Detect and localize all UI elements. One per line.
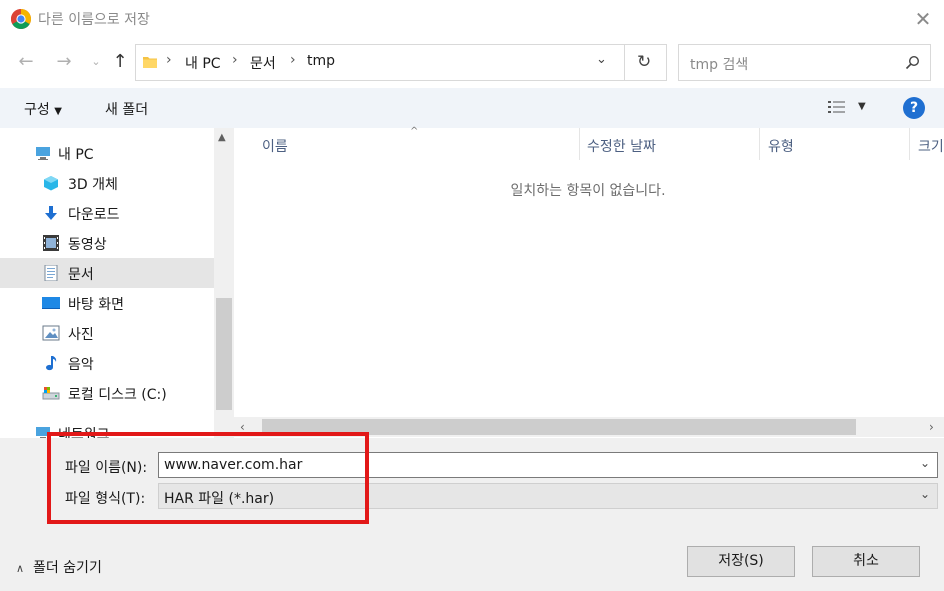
file-list-pane xyxy=(234,128,944,418)
breadcrumb-separator-icon: › xyxy=(166,52,172,68)
refresh-button[interactable]: ↻ xyxy=(624,44,667,81)
refresh-icon: ↻ xyxy=(637,52,652,72)
desktop-icon xyxy=(42,297,60,309)
empty-folder-message: 일치하는 항목이 없습니다. xyxy=(510,183,666,199)
navigation-pane: 내 PC 3D 개체 다운로드 동영상 문서 바탕 화면 사진 음악 로컬 디스… xyxy=(0,128,214,438)
nav-item-downloads[interactable]: 다운로드 xyxy=(0,198,214,228)
column-header-name[interactable]: 이름 xyxy=(262,136,288,156)
nav-item-label: 문서 xyxy=(68,267,94,283)
breadcrumb-separator-icon: › xyxy=(232,52,238,68)
organize-label: 구성 xyxy=(24,102,50,118)
downloads-icon xyxy=(45,206,57,220)
hide-folders-label: 폴더 숨기기 xyxy=(32,560,102,576)
column-header-modified-date[interactable]: 수정한 날짜 xyxy=(587,136,656,156)
address-dropdown-chevron-icon[interactable]: ⌄ xyxy=(596,52,607,67)
column-divider[interactable] xyxy=(759,128,760,160)
filetype-chevron-icon[interactable]: ⌄ xyxy=(920,487,930,501)
up-arrow-icon[interactable]: ↑ xyxy=(108,50,132,74)
search-placeholder: tmp 검색 xyxy=(690,57,749,73)
nav-item-label: 동영상 xyxy=(68,237,107,253)
folder-icon xyxy=(143,57,157,68)
filename-history-chevron-icon[interactable]: ⌄ xyxy=(920,456,930,470)
nav-item-music[interactable]: 음악 xyxy=(0,348,214,378)
nav-item-videos[interactable]: 동영상 xyxy=(0,228,214,258)
breadcrumb-separator-icon: › xyxy=(290,52,296,68)
documents-icon xyxy=(44,265,58,281)
organize-menu-button[interactable]: 구성 ▼ xyxy=(24,99,62,119)
back-arrow-icon[interactable]: ← xyxy=(14,50,38,74)
close-icon[interactable]: ✕ xyxy=(910,6,936,32)
nav-item-this-pc[interactable]: 내 PC xyxy=(0,138,214,168)
chevron-up-icon: ∧ xyxy=(16,562,25,575)
pictures-icon xyxy=(42,325,60,341)
nav-item-label: 바탕 화면 xyxy=(68,297,124,313)
view-options-triangle-icon[interactable]: ▼ xyxy=(858,101,866,112)
window-title: 다른 이름으로 저장 xyxy=(38,12,150,28)
nav-item-label: 음악 xyxy=(68,357,94,373)
column-divider[interactable] xyxy=(909,128,910,160)
videos-icon xyxy=(43,235,59,251)
column-header-size[interactable]: 크기 xyxy=(918,136,944,156)
new-folder-button[interactable]: 새 폴더 xyxy=(105,99,148,119)
nav-item-label: 로컬 디스크 (C:) xyxy=(68,387,167,403)
search-box[interactable]: tmp 검색 xyxy=(678,44,931,81)
breadcrumb-item-documents[interactable]: 문서 xyxy=(250,53,276,73)
hide-folders-toggle[interactable]: ∧ 폴더 숨기기 xyxy=(16,557,102,577)
help-icon[interactable]: ? xyxy=(903,97,925,119)
dropdown-triangle-icon: ▼ xyxy=(54,106,62,117)
nav-item-label: 다운로드 xyxy=(68,207,120,223)
scroll-right-arrow-icon[interactable]: › xyxy=(929,420,934,434)
nav-item-documents[interactable]: 문서 xyxy=(0,258,214,288)
forward-arrow-icon[interactable]: → xyxy=(52,50,76,74)
column-divider[interactable] xyxy=(579,128,580,160)
breadcrumb-item-pc[interactable]: 내 PC xyxy=(185,53,221,73)
nav-item-pictures[interactable]: 사진 xyxy=(0,318,214,348)
local-disk-icon xyxy=(42,387,60,400)
nav-item-label: 내 PC xyxy=(58,147,94,163)
recent-locations-chevron-icon[interactable]: ⌄ xyxy=(84,50,108,74)
nav-scrollbar-thumb[interactable] xyxy=(216,298,232,410)
column-header-type[interactable]: 유형 xyxy=(768,136,794,156)
breadcrumb-item-tmp[interactable]: tmp xyxy=(307,53,335,69)
chrome-icon xyxy=(11,9,31,29)
nav-item-local-disk[interactable]: 로컬 디스크 (C:) xyxy=(0,378,214,408)
scroll-up-arrow-icon[interactable]: ▲ xyxy=(218,132,226,143)
music-icon xyxy=(46,356,57,371)
search-icon xyxy=(905,55,920,70)
nav-item-desktop[interactable]: 바탕 화면 xyxy=(0,288,214,318)
nav-item-label: 사진 xyxy=(68,327,94,343)
pc-icon xyxy=(36,147,50,160)
highlight-annotation-box xyxy=(47,432,369,524)
sort-ascending-icon: ^ xyxy=(410,126,419,137)
view-details-icon[interactable] xyxy=(828,100,846,114)
save-button[interactable]: 저장(S) xyxy=(687,546,795,577)
cancel-button[interactable]: 취소 xyxy=(812,546,920,577)
